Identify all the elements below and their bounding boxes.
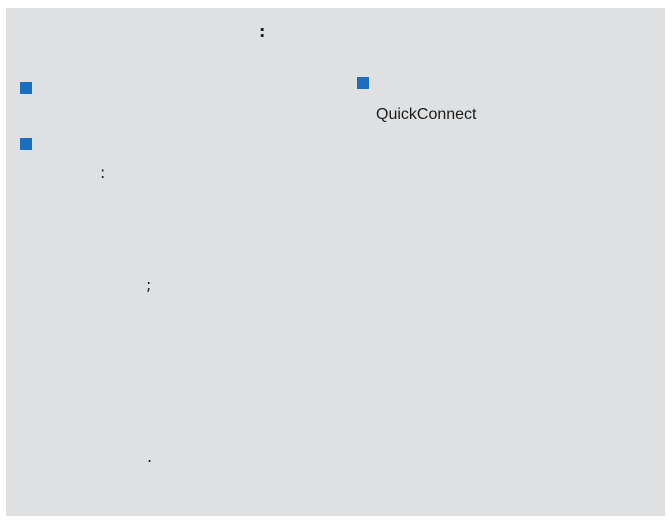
left-fragment-colon: : [100, 163, 106, 182]
left-fragment-period: . [147, 447, 153, 466]
blue-square-bullet-icon [357, 77, 369, 89]
quickconnect-label: QuickConnect [376, 106, 477, 123]
slide-panel: : : ; . QuickConnect [6, 8, 665, 516]
blue-square-bullet-icon [20, 138, 32, 150]
left-fragment-semicolon: ; [146, 275, 152, 294]
header-punctuation: : [259, 22, 266, 41]
blue-square-bullet-icon [20, 82, 32, 94]
